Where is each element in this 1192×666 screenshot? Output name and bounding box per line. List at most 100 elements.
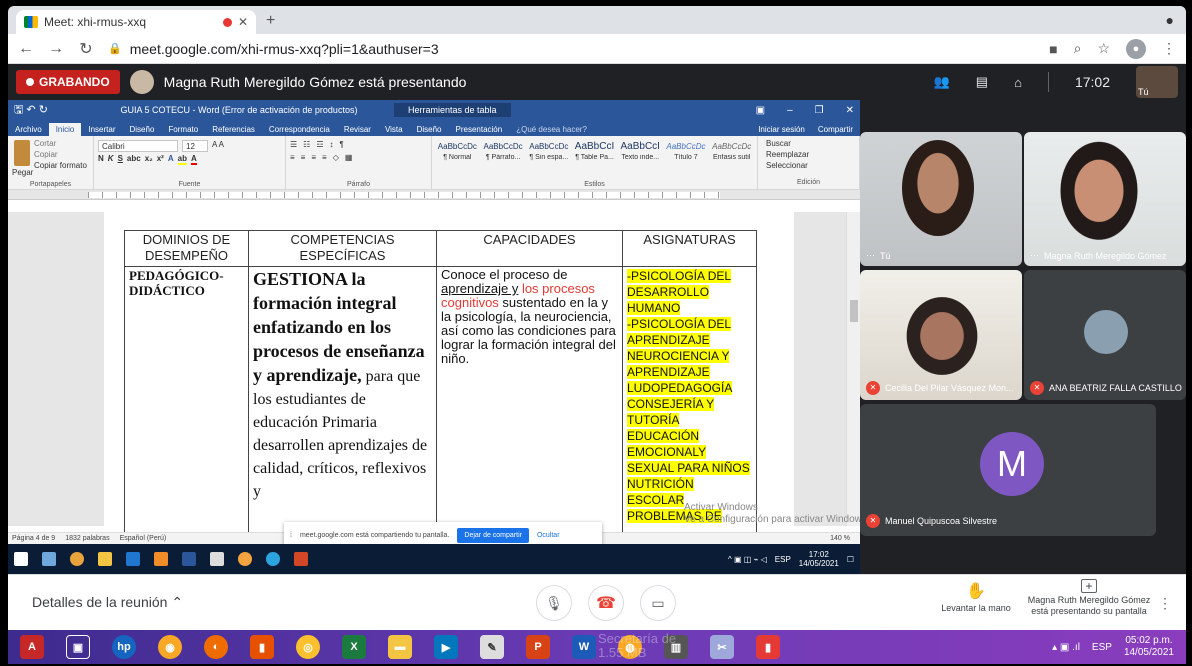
- tab-archivo[interactable]: Archivo: [8, 123, 49, 136]
- close-tab-icon[interactable]: ✕: [238, 15, 248, 29]
- vlc-icon[interactable]: [154, 552, 168, 566]
- tray-datetime[interactable]: 05:02 p.m. 14/05/2021: [1124, 635, 1174, 659]
- back-arrow-icon[interactable]: ←: [18, 40, 34, 58]
- sort-icon[interactable]: ↕: [330, 140, 334, 149]
- justify-icon[interactable]: ≡: [322, 153, 327, 162]
- menu-kebab-icon[interactable]: ⋮: [1162, 40, 1176, 57]
- app-icon-2[interactable]: ✎: [480, 635, 504, 659]
- style-titulo-7[interactable]: AaBbCcDc Título 7: [665, 140, 708, 187]
- task-view-icon[interactable]: [42, 552, 56, 566]
- bold-icon[interactable]: N: [98, 154, 104, 165]
- word-icon[interactable]: W: [572, 635, 596, 659]
- app-icon[interactable]: ▮: [250, 635, 274, 659]
- profile-avatar-icon[interactable]: ●: [1126, 38, 1146, 59]
- select-button[interactable]: Seleccionar: [766, 160, 855, 171]
- strikethrough-icon[interactable]: abc: [127, 154, 141, 165]
- cell-competencia[interactable]: GESTIONA la formación integral enfatizan…: [248, 266, 437, 547]
- store-icon[interactable]: [210, 552, 224, 566]
- zoom-icon[interactable]: ⌕: [1074, 40, 1082, 57]
- word-window-controls[interactable]: ▣ – ❐ ✕: [756, 105, 854, 116]
- horizontal-ruler[interactable]: [8, 190, 860, 200]
- word-count[interactable]: 1832 palabras: [65, 535, 109, 542]
- tray-language[interactable]: ESP: [1092, 642, 1112, 653]
- microphone-button[interactable]: 🎙: [536, 585, 572, 621]
- tab-vista[interactable]: Vista: [378, 123, 410, 136]
- participant-tile[interactable]: ✕ Cecilia Del Pilar Vásquez Mon...: [860, 270, 1022, 400]
- hp-icon[interactable]: hp: [112, 635, 136, 659]
- header-asignaturas[interactable]: ASIGNATURAS: [622, 230, 757, 267]
- reload-icon[interactable]: ↻: [78, 39, 94, 59]
- activities-icon[interactable]: ⌂: [1014, 75, 1022, 90]
- bullets-icon[interactable]: ☰: [290, 140, 297, 149]
- font-color-icon[interactable]: A: [190, 154, 197, 165]
- powerpoint-icon[interactable]: [294, 552, 308, 566]
- windows-start-icon[interactable]: [14, 552, 28, 566]
- file-explorer-icon[interactable]: [98, 552, 112, 566]
- new-tab-icon[interactable]: +: [266, 12, 275, 30]
- highlight-icon[interactable]: ab: [177, 154, 187, 165]
- header-capacidades[interactable]: CAPACIDADES: [436, 230, 623, 267]
- shading-icon[interactable]: ◇: [333, 153, 339, 162]
- word-icon[interactable]: [182, 552, 196, 566]
- style-enfasis-sutil[interactable]: AaBbCcDc Énfasis sutil: [710, 140, 753, 187]
- align-right-icon[interactable]: ≡: [311, 153, 316, 162]
- format-painter-button[interactable]: Copiar formato: [34, 160, 87, 171]
- zoom-level[interactable]: 140 %: [830, 535, 860, 542]
- presentation-status[interactable]: + Magna Ruth Meregildo Gómez está presen…: [1024, 579, 1154, 617]
- chrome-icon[interactable]: [70, 552, 84, 566]
- borders-icon[interactable]: ▦: [345, 153, 353, 162]
- document-page[interactable]: DOMINIOS DE DESEMPEÑO COMPETENCIAS ESPEC…: [104, 212, 794, 547]
- more-options-icon[interactable]: ⋯: [1030, 250, 1039, 261]
- numbering-icon[interactable]: ☷: [303, 140, 310, 149]
- find-button[interactable]: Buscar: [766, 138, 855, 149]
- stop-sharing-button[interactable]: Dejar de compartir: [457, 527, 529, 543]
- style-sin-espaciado[interactable]: AaBbCcDc ¶ Sin espa...: [527, 140, 570, 187]
- profile-circle-icon[interactable]: ●: [1166, 12, 1174, 28]
- copy-button[interactable]: Copiar: [34, 149, 87, 160]
- edge-icon[interactable]: [266, 552, 280, 566]
- tab-inicio[interactable]: Inicio: [48, 123, 82, 136]
- browser-tab[interactable]: Meet: xhi-rmus-xxq ✕: [16, 10, 256, 34]
- presentation-app-icon[interactable]: ▣: [66, 635, 90, 659]
- underline-icon[interactable]: S: [118, 154, 123, 165]
- ribbon-display-icon[interactable]: ▣: [756, 105, 765, 116]
- mail-icon[interactable]: [126, 552, 140, 566]
- excel-icon[interactable]: X: [342, 635, 366, 659]
- close-icon[interactable]: ✕: [846, 105, 854, 116]
- firefox-icon[interactable]: [238, 552, 252, 566]
- text-effects-icon[interactable]: A: [168, 154, 174, 165]
- tab-diseno[interactable]: Diseño: [123, 123, 162, 136]
- participant-tile-presenter[interactable]: ⋯ Magna Ruth Meregildo Gómez: [1024, 132, 1186, 266]
- paste-button[interactable]: Pegar: [12, 168, 33, 177]
- quick-access-icon[interactable]: 🖫 ↶ ↻: [14, 101, 84, 120]
- superscript-icon[interactable]: x²: [157, 154, 164, 165]
- acrobat-icon[interactable]: A: [20, 635, 44, 659]
- cell-capacidad[interactable]: Conoce el proceso de aprendizaje y los p…: [436, 266, 623, 547]
- tab-formato[interactable]: Formato: [161, 123, 205, 136]
- style-normal[interactable]: AaBbCcDc ¶ Normal: [436, 140, 479, 187]
- url-field[interactable]: 🔒 meet.google.com/xhi-rmus-xxq?pli=1&aut…: [108, 41, 1035, 57]
- hang-up-button[interactable]: ☎: [588, 585, 624, 621]
- self-thumbnail[interactable]: Tú: [1136, 66, 1178, 98]
- participant-tile[interactable]: M ✕ Manuel Quipuscoa Silvestre: [860, 404, 1156, 536]
- tab-correspondencia[interactable]: Correspondencia: [262, 123, 337, 136]
- cell-dominio[interactable]: PEDAGÓGICO-DIDÁCTICO: [124, 266, 249, 547]
- font-name-select[interactable]: Calibri: [98, 140, 178, 152]
- tab-revisar[interactable]: Revisar: [337, 123, 378, 136]
- camera-icon[interactable]: ■: [1049, 41, 1057, 57]
- style-texto-independiente[interactable]: AaBbCcI Texto inde...: [619, 140, 662, 187]
- powerpoint-icon[interactable]: P: [526, 635, 550, 659]
- participant-tile-self[interactable]: ⋯ Tú: [860, 132, 1022, 266]
- page-count[interactable]: Página 4 de 9: [12, 535, 55, 542]
- style-table-paragraph[interactable]: AaBbCcI ¶ Table Pa...: [573, 140, 616, 187]
- header-competencias[interactable]: COMPETENCIAS ESPECÍFICAS: [248, 230, 437, 267]
- tell-me-box[interactable]: ¿Qué desea hacer?: [509, 123, 594, 136]
- file-explorer-icon[interactable]: ▬: [388, 635, 412, 659]
- style-parrafo[interactable]: AaBbCcDc ¶ Párrafo...: [482, 140, 525, 187]
- more-options-icon[interactable]: ⋮: [1158, 595, 1172, 612]
- paste-icon[interactable]: [14, 140, 30, 166]
- tab-insertar[interactable]: Insertar: [81, 123, 122, 136]
- camera-button[interactable]: ▭: [640, 585, 676, 621]
- firefox-icon[interactable]: ◐: [204, 635, 228, 659]
- subscript-icon[interactable]: x₂: [145, 154, 153, 165]
